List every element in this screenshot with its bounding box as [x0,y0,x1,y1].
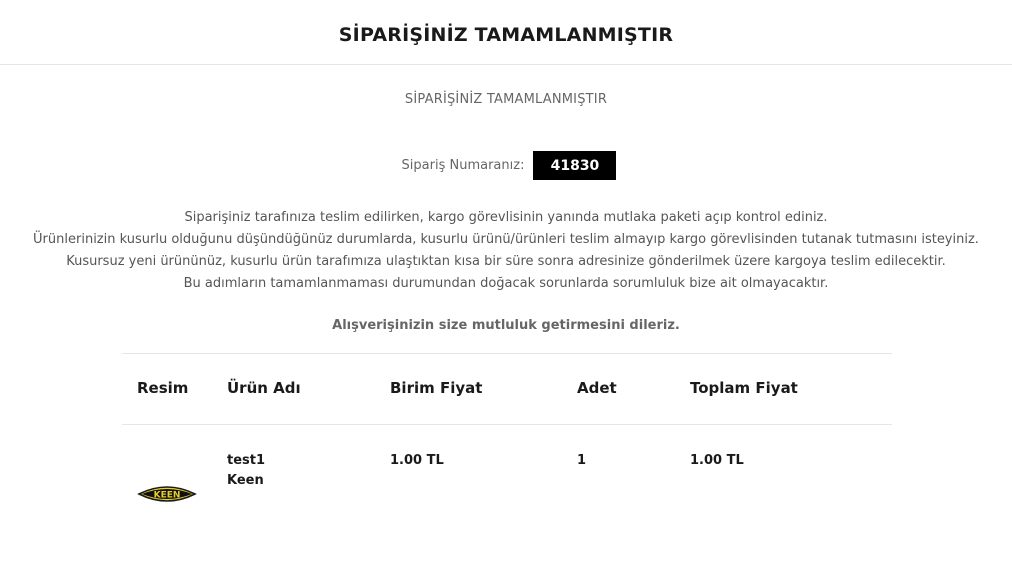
info-line: Ürünlerinizin kusurlu olduğunu düşündüğü… [33,232,979,247]
column-header-total-price: Toplam Fiyat [690,379,798,397]
column-header-unit-price: Birim Fiyat [390,379,483,397]
page-subtitle: SİPARİŞİNİZ TAMAMLANMIŞTIR [404,92,608,107]
top-header: SİPARİŞİNİZ TAMAMLANMIŞTIR [0,0,1012,65]
order-number-label: Sipariş Numaranız: [401,158,525,173]
order-number-row: Sipariş Numaranız: 41830 [0,151,1012,180]
quantity: 1 [577,453,587,468]
info-line: Kusursuz yeni ürününüz, kusurlu ürün tar… [66,254,946,269]
product-name-link[interactable]: test1 [227,453,265,468]
column-header-product: Ürün Adı [227,379,301,397]
thank-you-message: Alışverişinizin size mutluluk getirmesin… [332,318,680,333]
info-line: Bu adımların tamamlanmaması durumundan d… [183,276,829,291]
table-header-row: Resim Ürün Adı Birim Fiyat Adet Toplam F… [122,353,892,425]
keen-logo-text: KEEN [154,491,181,501]
column-header-image: Resim [137,379,189,397]
unit-price: 1.00 TL [390,453,444,468]
total-price: 1.00 TL [690,453,744,468]
order-items-table: Resim Ürün Adı Birim Fiyat Adet Toplam F… [122,353,892,535]
product-brand: Keen [227,473,264,488]
page-title: SİPARİŞİNİZ TAMAMLANMIŞTIR [338,24,674,46]
keen-logo-icon: KEEN [137,486,197,502]
delivery-info: Siparişiniz tarafınıza teslim edilirken,… [0,207,1012,295]
keen-logo[interactable]: KEEN [137,483,197,505]
info-line: Siparişiniz tarafınıza teslim edilirken,… [184,210,828,225]
order-number-badge: 41830 [533,151,617,180]
table-row: KEEN test1 Keen 1.00 TL 1 1.00 TL [122,425,892,535]
column-header-quantity: Adet [577,379,617,397]
